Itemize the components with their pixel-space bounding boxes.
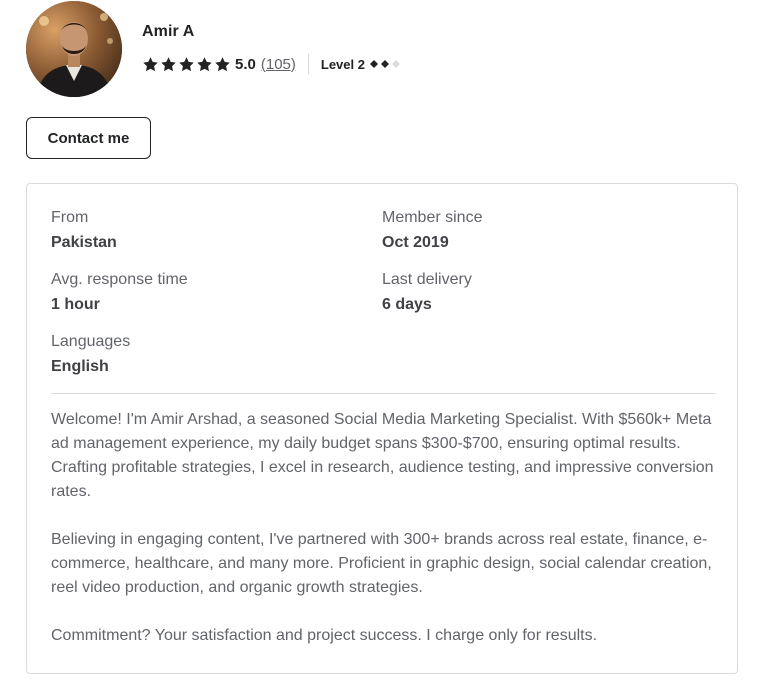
stat-value: 6 days xyxy=(382,296,432,313)
bio-paragraph: Commitment? Your satisfaction and projec… xyxy=(51,627,598,644)
star-icon xyxy=(143,56,158,71)
diamond-empty-icon xyxy=(391,60,400,68)
bio-paragraph: Welcome! I'm Amir Arshad, a seasoned Soc… xyxy=(51,411,714,500)
bio-paragraph: Believing in engaging content, I've part… xyxy=(51,531,712,596)
star-icon xyxy=(179,56,194,71)
stat-value: English xyxy=(51,358,109,375)
rating-level-divider xyxy=(307,54,309,74)
rating-count-link[interactable]: (105) xyxy=(261,56,296,73)
seller-level-label: Level 2 xyxy=(320,56,365,72)
seller-avatar[interactable] xyxy=(26,1,122,97)
stat-label: Avg. response time xyxy=(51,271,188,288)
stat-label: Languages xyxy=(51,333,131,350)
star-icon xyxy=(197,56,212,71)
stat-value: Pakistan xyxy=(51,234,117,251)
level-diamonds xyxy=(369,59,401,69)
diamond-filled-icon xyxy=(380,60,389,68)
stat-label: Member since xyxy=(382,209,483,226)
stat-label: Last delivery xyxy=(382,271,472,288)
star-icon xyxy=(161,56,176,71)
stat-label: From xyxy=(51,209,89,226)
stat-last-delivery: Last delivery 6 days xyxy=(382,270,682,315)
stat-member-since: Member since Oct 2019 xyxy=(382,208,682,253)
rating-stars xyxy=(142,56,231,73)
rating-row: 5.0 (105) Level 2 xyxy=(142,53,401,75)
contact-me-button[interactable]: Contact me xyxy=(26,117,151,159)
seller-name[interactable]: Amir A xyxy=(142,23,194,41)
seller-profile-header: Amir A 5.0 (105) Level 2 xyxy=(26,1,446,97)
star-icon xyxy=(215,56,230,71)
stat-from: From Pakistan xyxy=(51,208,351,253)
rating-score: 5.0 xyxy=(235,55,256,73)
avatar-photo-icon xyxy=(26,1,122,97)
stat-response-time: Avg. response time 1 hour xyxy=(51,270,351,315)
seller-info-card: From Pakistan Member since Oct 2019 Avg.… xyxy=(26,183,738,674)
seller-description: Welcome! I'm Amir Arshad, a seasoned Soc… xyxy=(51,408,719,648)
section-divider xyxy=(51,393,715,394)
stat-value: 1 hour xyxy=(51,296,100,313)
diamond-filled-icon xyxy=(369,60,378,68)
stat-languages: Languages English xyxy=(51,332,351,377)
stat-value: Oct 2019 xyxy=(382,234,449,251)
